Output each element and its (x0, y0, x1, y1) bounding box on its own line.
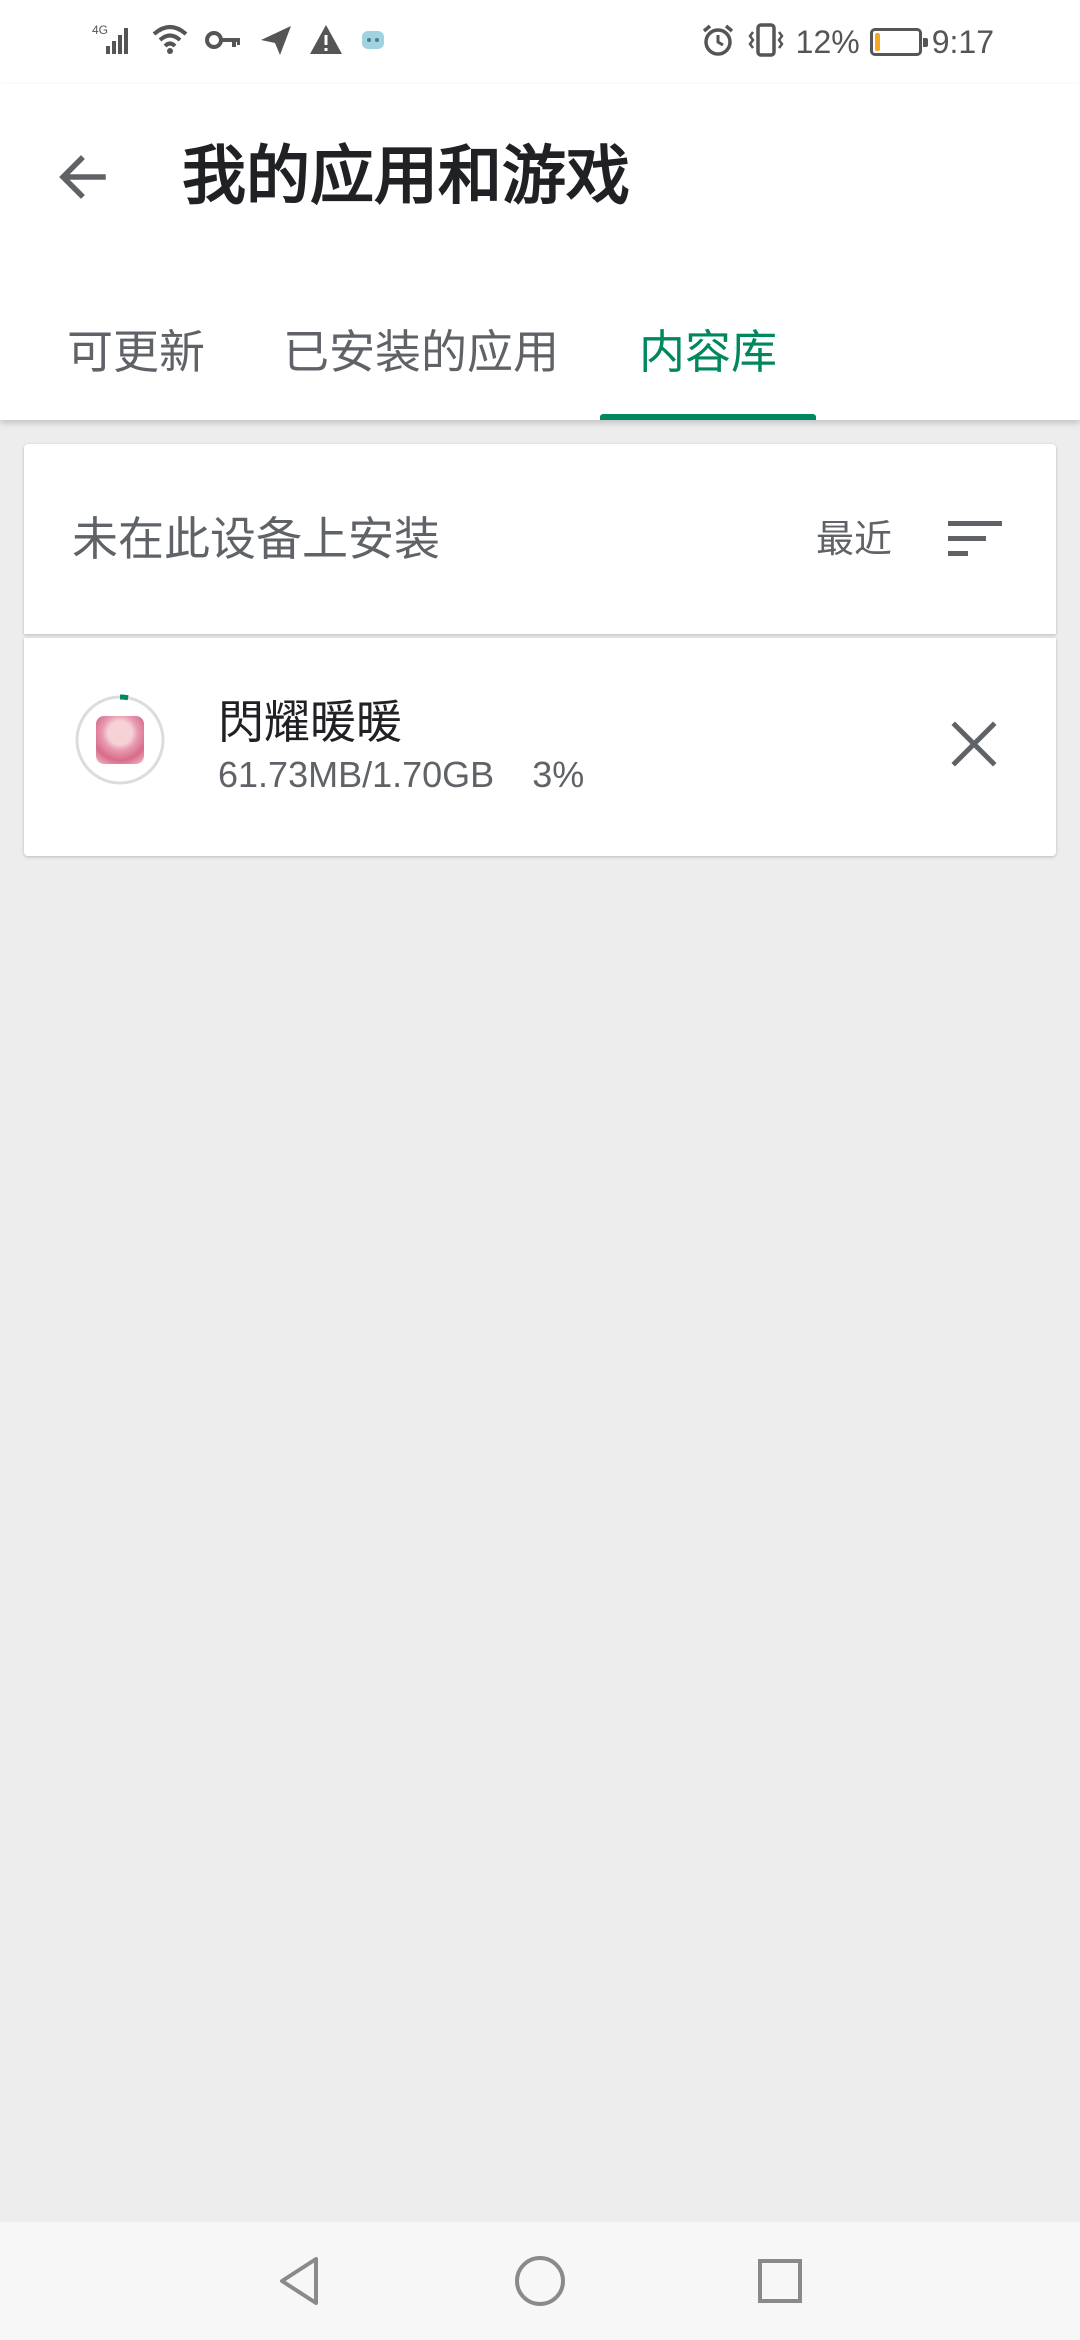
sort-button[interactable] (942, 506, 1008, 572)
send-icon (258, 22, 294, 62)
vibrate-icon (746, 22, 786, 62)
status-bar-left: 4G (92, 20, 388, 64)
app-icon (96, 716, 144, 764)
status-bar: 4G 12% 9:17 (0, 0, 1080, 84)
active-tab-indicator (600, 414, 816, 420)
wifi-icon (150, 22, 190, 62)
tab-installed-label: 已安装的应用 (283, 325, 559, 379)
nav-home-button[interactable] (502, 2243, 578, 2319)
battery-icon (869, 28, 928, 56)
app-bar: 我的应用和游戏 可更新 已安装的应用 内容库 (0, 84, 1080, 420)
arrow-back-icon (59, 155, 106, 199)
download-progress-text: 61.73MB/1.70GB 3% (218, 754, 584, 796)
app-notification-icon (358, 25, 388, 59)
sort-icon (948, 521, 1002, 556)
library-section-header: 未在此设备上安装 最近 (24, 444, 1056, 634)
tab-library[interactable]: 内容库 (600, 284, 816, 420)
nav-recents-button[interactable] (742, 2243, 818, 2319)
alarm-icon (700, 22, 736, 62)
app-name: 閃耀暖暖 (218, 695, 402, 749)
page-title: 我的应用和游戏 (182, 140, 630, 214)
download-progress-ring (74, 694, 166, 786)
tab-updates[interactable]: 可更新 (36, 284, 236, 420)
back-button[interactable] (40, 134, 126, 220)
network-type-label: 4G (92, 23, 108, 37)
download-size: 61.73MB/1.70GB (218, 754, 495, 795)
download-percent: 3% (532, 754, 585, 795)
system-navigation-bar (0, 2222, 1080, 2340)
tab-bar: 可更新 已安装的应用 内容库 (0, 284, 1080, 420)
nav-back-button[interactable] (262, 2243, 338, 2319)
signal-icon: 4G (92, 22, 136, 62)
tab-library-label: 内容库 (639, 325, 777, 379)
section-title: 未在此设备上安装 (72, 512, 440, 566)
cancel-download-button[interactable] (932, 702, 1016, 786)
battery-percent: 12% (795, 23, 860, 60)
nav-back-icon (280, 2257, 318, 2305)
library-item[interactable]: 閃耀暖暖 61.73MB/1.70GB 3% (24, 638, 1056, 856)
close-icon (951, 721, 997, 767)
vpn-key-icon (204, 22, 244, 62)
tab-updates-label: 可更新 (67, 325, 205, 379)
battery-level-fill (874, 33, 880, 51)
play-store-my-apps-page: 4G 12% 9:17 我的应用和游戏 可更新 已安装的应用 内容库 未在此设备… (0, 0, 1080, 2340)
nav-home-icon (515, 2256, 565, 2306)
tab-installed[interactable]: 已安装的应用 (262, 284, 580, 420)
status-bar-right: 12% 9:17 (700, 20, 994, 64)
status-time: 9:17 (931, 23, 994, 60)
warning-icon (308, 22, 344, 62)
sort-label[interactable]: 最近 (816, 444, 892, 634)
nav-recents-icon (758, 2259, 802, 2303)
